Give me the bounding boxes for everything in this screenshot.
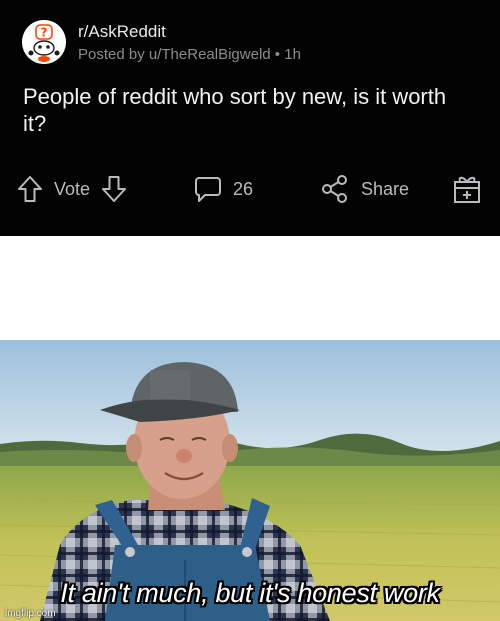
svg-text:?: ?	[41, 26, 48, 40]
meta-separator: •	[274, 46, 281, 63]
vote-group: Vote	[16, 170, 128, 208]
upvote-button[interactable]	[16, 174, 44, 204]
askreddit-snoo-icon: ?	[22, 20, 66, 64]
upvote-arrow-icon	[18, 176, 42, 202]
award-button[interactable]	[452, 170, 482, 208]
downvote-arrow-icon	[102, 176, 127, 202]
subreddit-avatar[interactable]: ?	[22, 20, 66, 64]
vote-label: Vote	[54, 178, 91, 199]
post-age: 1h	[284, 46, 301, 63]
award-gift-icon	[454, 176, 480, 203]
post-header: ? r/AskReddit Posted by u/TheRealBigweld…	[22, 20, 301, 66]
imgflip-watermark: imgflip.com	[5, 608, 56, 619]
comment-count: 26	[233, 178, 254, 199]
share-label: Share	[361, 178, 410, 199]
post-meta: r/AskReddit Posted by u/TheRealBigweld •…	[78, 22, 301, 66]
white-spacer	[0, 236, 500, 340]
share-icon	[322, 175, 347, 203]
subreddit-name[interactable]: r/AskReddit	[78, 22, 301, 42]
meme-caption: It ain't much, but it's honest work	[60, 578, 440, 608]
post-title[interactable]: People of reddit who sort by new, is it …	[23, 83, 473, 137]
posted-by-line: Posted by u/TheRealBigweld • 1h	[78, 44, 301, 66]
posted-by-user[interactable]: Posted by u/TheRealBigweld	[78, 46, 271, 63]
comment-bubble-icon	[195, 177, 221, 202]
reddit-post-card: ? r/AskReddit Posted by u/TheRealBigweld…	[0, 0, 500, 236]
share-button[interactable]: Share	[321, 170, 409, 208]
comments-button[interactable]: 26	[193, 170, 253, 208]
downvote-button[interactable]	[100, 174, 128, 204]
post-action-bar: Vote 26 Share	[0, 170, 500, 208]
